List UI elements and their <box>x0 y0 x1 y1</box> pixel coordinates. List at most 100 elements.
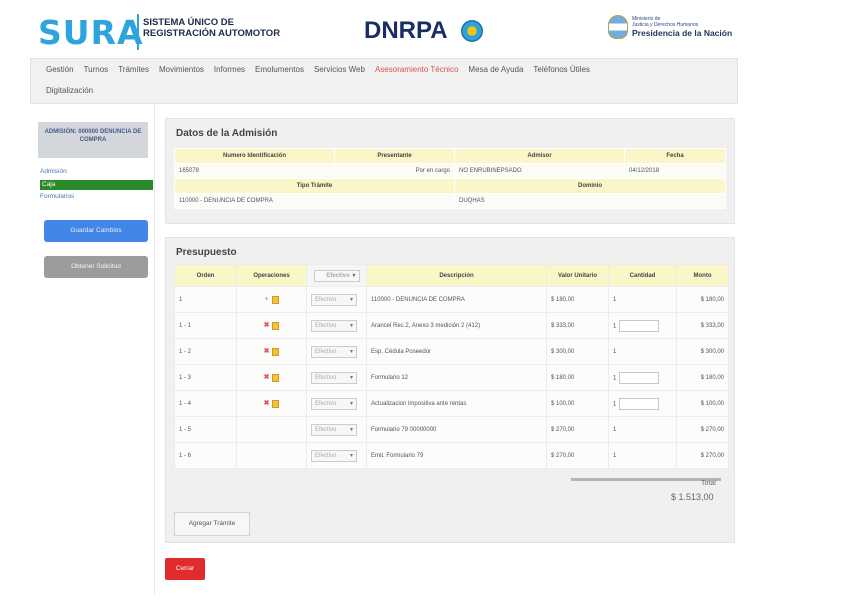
close-button[interactable]: Cerrar <box>165 558 205 580</box>
col-header-procedure-type: Tipo Trámite <box>174 178 455 194</box>
document-icon[interactable] <box>272 321 280 330</box>
cell-unit-value: $ 180,00 <box>546 286 609 313</box>
cell-payment: Efectivo ▾ <box>306 364 367 391</box>
cell-amount: $ 270,00 <box>676 416 729 443</box>
delete-icon[interactable]: ✖ <box>264 347 270 355</box>
document-icon[interactable] <box>272 399 280 408</box>
budget-table: Orden Operaciones Efectivo ▾ Descripción … <box>174 264 729 469</box>
col-header-presenter: Presentante <box>334 148 455 164</box>
payment-method-select-all[interactable]: Efectivo ▾ <box>313 269 360 282</box>
col-header-payment-select: Efectivo ▾ <box>306 264 367 287</box>
budget-panel: Presupuesto Orden Operaciones Efectivo ▾ … <box>165 237 735 543</box>
cell-order: 1 <box>174 286 237 313</box>
add-icon[interactable]: + <box>264 296 268 303</box>
cell-amount: $ 180,00 <box>676 364 729 391</box>
delete-icon[interactable]: ✖ <box>264 321 270 329</box>
admission-summary-box: ADMISIÓN: 000000 DENUNCIA DE COMPRA <box>38 122 148 158</box>
document-icon[interactable] <box>271 295 279 304</box>
sura-subtitle-line2: REGISTRACIÓN AUTOMOTOR <box>143 28 281 39</box>
cell-operations: ✖ <box>236 390 307 417</box>
nav-row: Gestión Turnos Trámites Movimientos Informes… <box>41 65 595 75</box>
payment-method-select[interactable]: Efectivo ▾ <box>311 371 357 384</box>
payment-method-select[interactable]: Efectivo ▾ <box>311 293 357 306</box>
presidency-label: Presidencia de la Nación <box>632 28 733 38</box>
cell-amount: $ 333,00 <box>676 312 729 339</box>
cell-payment: Efectivo ▾ <box>306 312 367 339</box>
delete-icon[interactable]: ✖ <box>264 399 270 407</box>
cell-presenter: Por en cargo <box>334 163 455 179</box>
top-navigation: Gestión Turnos Trámites Movimientos Informes… <box>30 58 738 104</box>
cell-unit-value: $ 180,00 <box>546 364 609 391</box>
payment-method-select[interactable]: Efectivo ▾ <box>311 449 357 462</box>
cell-order: 1 - 1 <box>174 312 237 339</box>
cell-id: 165078 <box>174 163 335 179</box>
nav-item-8[interactable]: Mesa de Ayuda <box>463 65 528 75</box>
dnrpa-emblem-icon <box>461 20 483 42</box>
cell-order: 1 - 4 <box>174 390 237 417</box>
nav-item-7[interactable]: Asesoramiento Técnico <box>370 65 463 75</box>
cell-description: Arancel Rec.2, Anexo 3 medición 2 (412) <box>366 312 547 339</box>
cell-unit-value: $ 270,00 <box>546 442 609 469</box>
total-divider <box>571 478 721 481</box>
cell-payment: Efectivo ▾ <box>306 390 367 417</box>
sura-subtitle: SISTEMA ÚNICO DE REGISTRACIÓN AUTOMOTOR <box>143 17 280 39</box>
cell-quantity: 1 <box>608 416 677 443</box>
budget-row: 1 + Efectivo ▾ 110000 - DENUNCIA DE COMPRA $ … <box>174 286 729 313</box>
cell-order: 1 - 3 <box>174 364 237 391</box>
admission-title: Datos de la Admisión <box>176 128 278 139</box>
quantity-input[interactable] <box>619 319 660 332</box>
cell-order: 1 - 2 <box>174 338 237 365</box>
payment-method-select[interactable]: Efectivo ▾ <box>311 345 357 358</box>
nav-item-6[interactable]: Servicios Web <box>309 65 370 75</box>
cell-amount: $ 100,00 <box>676 390 729 417</box>
sidebar-link-admission[interactable]: Admisión <box>40 168 67 175</box>
sidebar-link-forms[interactable]: Formularios <box>40 193 74 200</box>
nav-item-0[interactable]: Gestión <box>41 65 79 75</box>
cell-order: 1 - 6 <box>174 442 237 469</box>
nav-item-digitalizacion[interactable]: Digitalización <box>41 86 98 95</box>
cell-operations: ✖ <box>236 312 307 339</box>
cell-domain: DUQHAS <box>454 193 726 209</box>
cell-payment: Efectivo ▾ <box>306 442 367 469</box>
budget-row: 1 - 6 Efectivo ▾ Emit. Formulario 79 $ 270,0… <box>174 442 729 469</box>
admission-panel: Datos de la Admisión Numero Identificaci… <box>165 118 735 224</box>
get-request-button[interactable]: Obtener Solicitud <box>44 256 148 278</box>
nav-item-3[interactable]: Movimientos <box>154 65 209 75</box>
cell-operations: ✖ <box>236 364 307 391</box>
col-header-domain: Dominio <box>454 178 726 194</box>
add-procedure-button[interactable]: Agregar Trámite <box>174 512 250 536</box>
cell-operations: ✖ <box>236 338 307 365</box>
quantity-input[interactable] <box>619 397 660 410</box>
cell-unit-value: $ 333,00 <box>546 312 609 339</box>
col-header-admisor: Admisor <box>454 148 625 164</box>
col-header-quantity: Cantidad <box>608 264 677 287</box>
payment-method-select[interactable]: Efectivo ▾ <box>311 397 357 410</box>
cell-quantity: 1 <box>608 312 677 339</box>
budget-title: Presupuesto <box>176 247 237 258</box>
save-changes-button[interactable]: Guardar Cambios <box>44 220 148 242</box>
nav-item-4[interactable]: Informes <box>209 65 250 75</box>
nav-item-2[interactable]: Trámites <box>113 65 154 75</box>
document-icon[interactable] <box>272 373 280 382</box>
sidebar-item-caja[interactable]: Caja <box>40 180 153 190</box>
cell-description: Actualizacion impositiva ante rentas <box>366 390 547 417</box>
document-icon[interactable] <box>272 347 280 356</box>
payment-method-select[interactable]: Efectivo ▾ <box>311 423 357 436</box>
payment-method-select[interactable]: Efectivo ▾ <box>311 319 357 332</box>
quantity-input[interactable] <box>619 371 660 384</box>
budget-row: 1 - 4 ✖ Efectivo ▾ Actualizacion impositiva … <box>174 390 729 417</box>
cell-date: 04/12/2018 <box>624 163 726 179</box>
budget-row: 1 - 2 ✖ Efectivo ▾ Esp. Cédula Poseedor $ 300… <box>174 338 729 365</box>
argentina-crest-icon <box>608 15 628 39</box>
nav-item-9[interactable]: Teléfonos Útiles <box>528 65 594 75</box>
nav-item-1[interactable]: Turnos <box>79 65 114 75</box>
budget-row: 1 - 3 ✖ Efectivo ▾ Formulario 12 $ 180,00 1 $ 1… <box>174 364 729 391</box>
cell-quantity: 1 <box>608 442 677 469</box>
cell-payment: Efectivo ▾ <box>306 416 367 443</box>
cell-payment: Efectivo ▾ <box>306 338 367 365</box>
delete-icon[interactable]: ✖ <box>264 373 270 381</box>
budget-row: 1 - 1 ✖ Efectivo ▾ Arancel Rec.2, Anexo 3 me… <box>174 312 729 339</box>
nav-item-5[interactable]: Emolumentos <box>250 65 309 75</box>
col-header-description: Descripción <box>366 264 547 287</box>
cell-description: Esp. Cédula Poseedor <box>366 338 547 365</box>
